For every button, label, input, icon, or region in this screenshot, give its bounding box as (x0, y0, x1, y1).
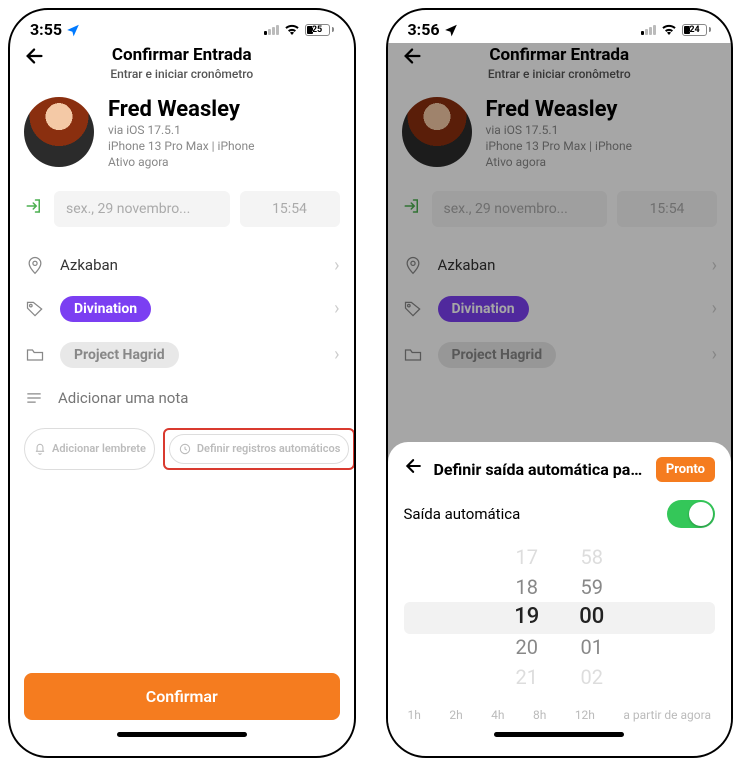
project-pill: Project Hagrid (438, 342, 557, 368)
location-value: Azkaban (60, 256, 320, 274)
tag-pill: Divination (60, 296, 151, 322)
confirm-button[interactable]: Confirmar (24, 673, 340, 720)
hour-column[interactable]: 17 18 19 20 21 (514, 544, 539, 692)
profile-section: Fred Weasley via iOS 17.5.1 iPhone 13 Pr… (402, 91, 718, 183)
sheet-back-button[interactable] (404, 456, 424, 482)
location-row[interactable]: Azkaban › (402, 245, 718, 286)
pin-icon (402, 255, 424, 275)
quick-duration-row: 1h 2h 4h 8h 12h a partir de agora (404, 694, 716, 726)
wifi-icon (284, 21, 300, 39)
folder-icon (24, 345, 46, 365)
quick-8h[interactable]: 8h (533, 708, 546, 722)
login-icon (402, 197, 422, 220)
location-row[interactable]: Azkaban › (24, 245, 340, 286)
profile-status: Ativo agora (486, 154, 632, 170)
page-title: Confirmar Entrada (388, 45, 732, 65)
quick-12h[interactable]: 12h (575, 708, 595, 722)
battery-icon: 24 (682, 24, 711, 36)
login-icon (24, 197, 44, 220)
datetime-row: sex., 29 novembro... 15:54 (402, 191, 718, 227)
phone-right: 3:56 24 Confirmar Entrada Entrar e inici… (386, 8, 734, 758)
home-indicator[interactable] (494, 732, 624, 737)
profile-section: Fred Weasley via iOS 17.5.1 iPhone 13 Pr… (24, 91, 340, 183)
auto-records-highlight: Definir registros automáticos (163, 428, 354, 470)
toggle-label: Saída automática (404, 505, 521, 523)
page-subtitle: Entrar e iniciar cronômetro (10, 67, 354, 81)
quick-1h[interactable]: 1h (408, 708, 421, 722)
time-picker[interactable]: 17 18 19 20 21 58 59 00 01 02 (404, 544, 716, 694)
cellular-signal-icon (264, 25, 279, 35)
note-input[interactable] (58, 389, 340, 407)
time-field[interactable]: 15:54 (617, 191, 717, 227)
profile-os: via iOS 17.5.1 (486, 122, 632, 138)
profile-device: iPhone 13 Pro Max | iPhone (486, 138, 632, 154)
phone-left: 3:55 25 Confirmar Entrada Entrar e inici… (8, 8, 356, 758)
auto-records-chip[interactable]: Definir registros automáticos (169, 434, 349, 464)
quick-2h[interactable]: 2h (449, 708, 462, 722)
quick-now[interactable]: a partir de agora (623, 708, 711, 722)
add-reminder-chip[interactable]: Adicionar lembrete (24, 428, 155, 470)
wifi-icon (661, 21, 677, 39)
status-time: 3:55 (30, 20, 62, 39)
project-row[interactable]: Project Hagrid › (24, 332, 340, 378)
location-services-icon (66, 23, 80, 37)
folder-icon (402, 345, 424, 365)
profile-name: Fred Weasley (486, 97, 632, 122)
chevron-right-icon: › (334, 255, 339, 276)
back-button[interactable] (402, 45, 424, 73)
status-time: 3:56 (408, 20, 440, 39)
status-bar: 3:56 24 (388, 10, 732, 43)
tag-row[interactable]: Divination › (24, 286, 340, 332)
tag-icon (402, 299, 424, 319)
minute-column[interactable]: 58 59 00 01 02 (579, 544, 604, 692)
back-button[interactable] (24, 45, 46, 73)
done-button[interactable]: Pronto (656, 457, 715, 482)
chevron-right-icon: › (712, 344, 717, 365)
time-field[interactable]: 15:54 (240, 191, 340, 227)
battery-icon: 25 (305, 24, 334, 36)
profile-device: iPhone 13 Pro Max | iPhone (108, 138, 254, 154)
datetime-row: sex., 29 novembro... 15:54 (24, 191, 340, 227)
chevron-right-icon: › (712, 298, 717, 319)
date-field[interactable]: sex., 29 novembro... (432, 191, 608, 227)
pin-icon (24, 255, 46, 275)
page-title: Confirmar Entrada (10, 45, 354, 65)
page-header: Confirmar Entrada Entrar e iniciar cronô… (388, 43, 732, 91)
project-pill: Project Hagrid (60, 342, 179, 368)
chevron-right-icon: › (334, 344, 339, 365)
location-services-icon (444, 23, 458, 37)
avatar (402, 97, 472, 167)
sheet-title: Definir saída automática para... (434, 460, 646, 479)
profile-os: via iOS 17.5.1 (108, 122, 254, 138)
page-header: Confirmar Entrada Entrar e iniciar cronô… (10, 43, 354, 91)
tag-row[interactable]: Divination › (402, 286, 718, 332)
note-row[interactable] (24, 378, 340, 418)
home-indicator[interactable] (117, 732, 247, 737)
clock-sync-icon (178, 442, 192, 456)
auto-exit-toggle[interactable] (667, 500, 715, 528)
quick-4h[interactable]: 4h (491, 708, 504, 722)
profile-name: Fred Weasley (108, 97, 254, 122)
project-row[interactable]: Project Hagrid › (402, 332, 718, 378)
tag-pill: Divination (438, 296, 529, 322)
chevron-right-icon: › (712, 255, 717, 276)
tag-icon (24, 299, 46, 319)
bell-icon (33, 442, 47, 456)
status-bar: 3:55 25 (10, 10, 354, 43)
date-field[interactable]: sex., 29 novembro... (54, 191, 230, 227)
auto-exit-sheet: Definir saída automática para... Pronto … (388, 442, 732, 745)
location-value: Azkaban (438, 256, 698, 274)
page-subtitle: Entrar e iniciar cronômetro (388, 67, 732, 81)
cellular-signal-icon (641, 25, 656, 35)
avatar (24, 97, 94, 167)
profile-status: Ativo agora (108, 154, 254, 170)
note-icon (24, 388, 44, 408)
chevron-right-icon: › (334, 298, 339, 319)
